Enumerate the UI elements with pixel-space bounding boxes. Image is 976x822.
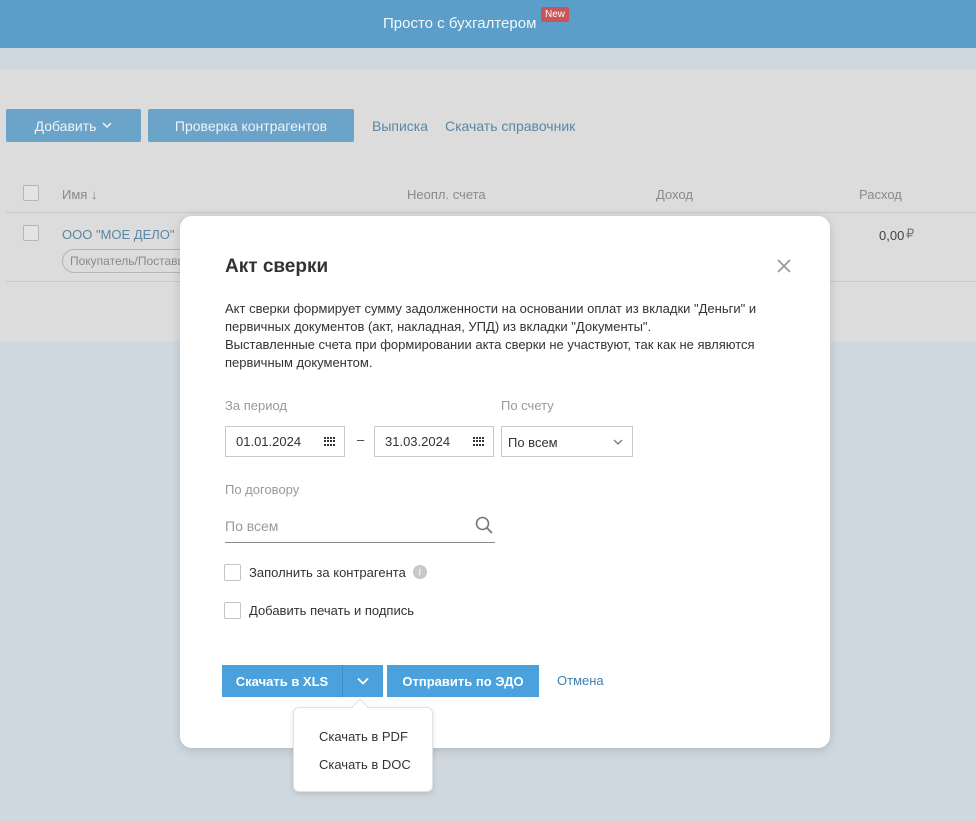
new-badge: New <box>541 7 570 22</box>
menu-item-download-doc[interactable]: Скачать в DOC <box>319 757 411 772</box>
period-label: За период <box>225 398 287 413</box>
top-bar: Просто с бухгалтером New <box>0 0 976 48</box>
info-icon[interactable]: i <box>412 565 427 579</box>
chevron-down-icon <box>612 436 624 448</box>
contract-search-input[interactable]: По всем <box>225 513 495 543</box>
download-reference-link[interactable]: Скачать справочник <box>445 118 575 134</box>
description-line: первичных документов (акт, накладная, УП… <box>225 319 652 334</box>
dialog-description: Акт сверки формирует сумму задолженности… <box>225 300 795 372</box>
row-checkbox[interactable] <box>23 225 39 241</box>
column-header-name[interactable]: Имя ↓ <box>62 187 97 202</box>
fill-for-counterparty-label[interactable]: Заполнить за контрагента <box>249 565 406 580</box>
fill-for-counterparty-checkbox[interactable] <box>224 563 241 581</box>
fill-for-counterparty-option[interactable]: Заполнить за контрагента i <box>224 563 427 581</box>
add-stamp-option[interactable]: Добавить печать и подпись <box>224 601 414 619</box>
date-to-value: 31.03.2024 <box>385 434 451 449</box>
chevron-down-icon <box>357 672 369 690</box>
add-stamp-checkbox[interactable] <box>224 601 241 619</box>
send-edo-button[interactable]: Отправить по ЭДО <box>387 665 539 697</box>
expense-amount: 0,00 <box>879 228 905 243</box>
cancel-link[interactable]: Отмена <box>557 673 604 688</box>
dialog-title: Акт сверки <box>225 256 329 277</box>
contract-label: По договору <box>225 482 300 497</box>
reconciliation-act-dialog: Акт сверки Акт сверки формирует сумму за… <box>180 216 830 748</box>
description-line: Выставленные счета при формировании акта… <box>225 337 755 352</box>
search-icon[interactable] <box>475 516 493 534</box>
add-button-label: Добавить <box>34 117 97 134</box>
counterparty-name-link[interactable]: ООО "МОЕ ДЕЛО" <box>62 227 175 242</box>
account-label: По счету <box>501 398 554 413</box>
chevron-down-icon <box>102 120 112 131</box>
date-from-input[interactable]: 01.01.2024 <box>225 426 345 457</box>
account-select[interactable]: По всем <box>501 426 633 457</box>
add-button[interactable]: Добавить <box>6 109 141 142</box>
calendar-icon[interactable] <box>473 437 484 446</box>
statement-link[interactable]: Выписка <box>372 118 428 134</box>
date-to-input[interactable]: 31.03.2024 <box>374 426 494 457</box>
description-line: первичным документом. <box>225 355 373 370</box>
column-header-unpaid[interactable]: Неопл. счета <box>407 187 486 202</box>
account-select-value: По всем <box>508 435 558 450</box>
app-title[interactable]: Просто с бухгалтером <box>383 15 536 32</box>
download-xls-button[interactable]: Скачать в XLS <box>222 665 342 697</box>
menu-item-download-pdf[interactable]: Скачать в PDF <box>319 729 408 744</box>
download-format-toggle[interactable] <box>342 665 383 697</box>
column-header-income[interactable]: Доход <box>656 187 693 202</box>
divider <box>6 212 976 213</box>
date-from-value: 01.01.2024 <box>236 434 302 449</box>
close-icon[interactable] <box>774 256 794 276</box>
calendar-icon[interactable] <box>324 437 335 446</box>
currency-sign: ₽ <box>906 226 915 241</box>
add-stamp-label[interactable]: Добавить печать и подпись <box>249 603 414 618</box>
column-header-expense[interactable]: Расход <box>859 187 902 202</box>
description-line: Акт сверки формирует сумму задолженности… <box>225 301 757 316</box>
counterparty-type-tag: Покупатель/Поставщик <box>62 249 192 273</box>
select-all-checkbox[interactable] <box>23 185 39 201</box>
contract-search-placeholder: По всем <box>225 518 279 534</box>
check-counterparties-button[interactable]: Проверка контрагентов <box>148 109 354 142</box>
date-separator: – <box>357 432 365 447</box>
download-format-menu: Скачать в PDF Скачать в DOC <box>293 698 433 792</box>
